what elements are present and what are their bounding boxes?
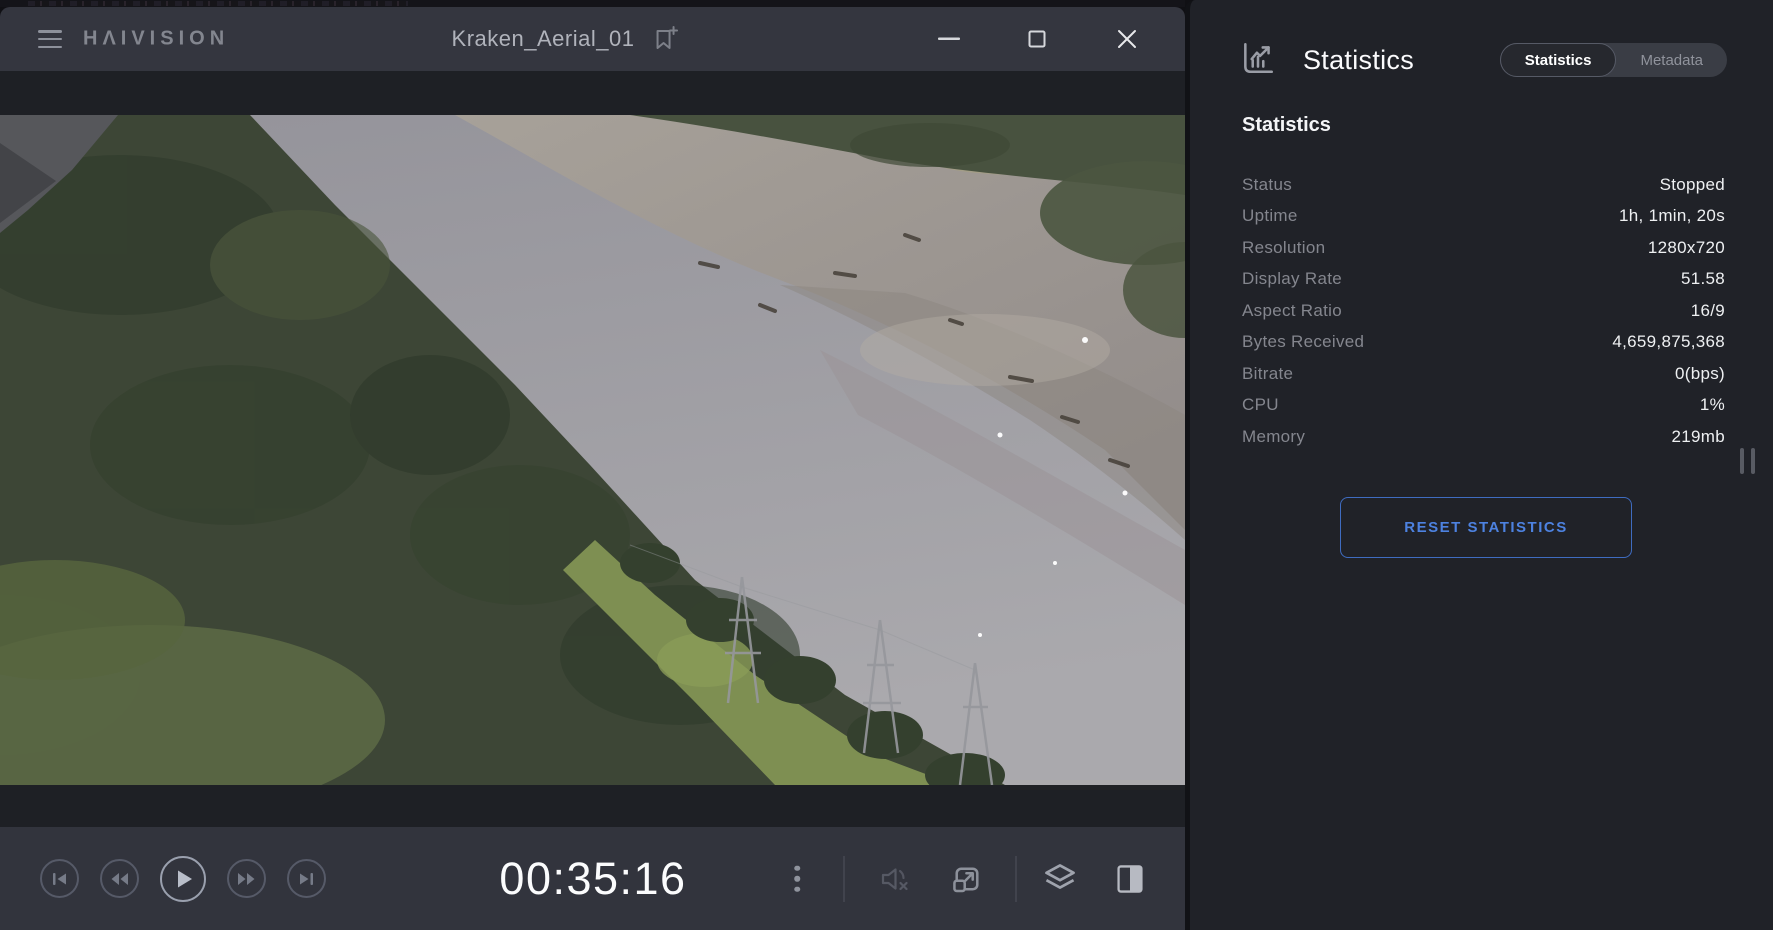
kebab-menu-icon[interactable] xyxy=(794,865,800,892)
panel-title: Statistics xyxy=(1303,45,1500,76)
skip-end-button[interactable] xyxy=(287,859,326,898)
minimize-button[interactable] xyxy=(927,17,971,61)
rewind-button[interactable] xyxy=(100,859,139,898)
stat-label: Display Rate xyxy=(1242,269,1342,289)
stat-row-display-rate: Display Rate 51.58 xyxy=(1242,264,1725,296)
stat-row-resolution: Resolution 1280x720 xyxy=(1242,232,1725,264)
stat-label: Bitrate xyxy=(1242,364,1293,384)
background-window-strip xyxy=(0,0,1185,7)
player-column: HΛIVISION Kraken_Aerial_01 xyxy=(0,0,1185,930)
stat-label: Memory xyxy=(1242,427,1305,447)
stat-row-aspect-ratio: Aspect Ratio 16/9 xyxy=(1242,295,1725,327)
expand-icon[interactable] xyxy=(951,863,983,895)
playback-controls-bar: 00:35:16 xyxy=(0,827,1185,930)
tab-statistics[interactable]: Statistics xyxy=(1500,43,1617,77)
stat-row-memory: Memory 219mb xyxy=(1242,421,1725,453)
stat-value: 4,659,875,368 xyxy=(1612,332,1725,352)
stat-row-status: Status Stopped xyxy=(1242,169,1725,201)
statistics-panel: Statistics Statistics Metadata Statistic… xyxy=(1185,0,1773,930)
stream-title: Kraken_Aerial_01 xyxy=(452,26,635,52)
video-stage xyxy=(0,71,1185,827)
section-title: Statistics xyxy=(1242,114,1331,137)
close-button[interactable] xyxy=(1105,17,1149,61)
stat-row-cpu: CPU 1% xyxy=(1242,390,1725,422)
haivision-player-window: HΛIVISION Kraken_Aerial_01 xyxy=(0,0,1773,930)
stat-value: 1% xyxy=(1700,395,1725,415)
panel-header: Statistics Statistics Metadata xyxy=(1239,38,1727,82)
stat-label: CPU xyxy=(1242,395,1279,415)
transport-controls xyxy=(40,856,326,902)
stat-label: Bytes Received xyxy=(1242,332,1364,352)
stat-value: 219mb xyxy=(1672,427,1725,447)
tab-metadata[interactable]: Metadata xyxy=(1616,43,1727,77)
video-frame[interactable] xyxy=(0,115,1185,785)
divider xyxy=(1015,856,1017,902)
panel-tabs: Statistics Metadata xyxy=(1500,43,1727,77)
statistics-list: Status Stopped Uptime 1h, 1min, 20s Reso… xyxy=(1242,169,1725,453)
volume-muted-icon[interactable] xyxy=(879,864,913,894)
haivision-logo: HΛIVISION xyxy=(83,28,229,51)
side-panel-toggle-icon[interactable] xyxy=(1115,863,1145,895)
timecode: 00:35:16 xyxy=(499,853,686,905)
stat-value: Stopped xyxy=(1660,175,1725,195)
play-button[interactable] xyxy=(160,856,206,902)
stat-label: Aspect Ratio xyxy=(1242,301,1342,321)
stat-row-bitrate: Bitrate 0(bps) xyxy=(1242,358,1725,390)
drag-grip-icon[interactable] xyxy=(1740,448,1755,474)
bookmark-add-icon[interactable] xyxy=(652,25,678,53)
fast-forward-button[interactable] xyxy=(227,859,266,898)
stat-value: 1280x720 xyxy=(1648,238,1725,258)
skip-start-button[interactable] xyxy=(40,859,79,898)
stat-label: Uptime xyxy=(1242,206,1298,226)
menu-icon[interactable] xyxy=(38,30,62,48)
maximize-button[interactable] xyxy=(1015,17,1059,61)
statistics-chart-icon xyxy=(1239,39,1277,82)
stat-value: 16/9 xyxy=(1691,301,1725,321)
stat-row-bytes-received: Bytes Received 4,659,875,368 xyxy=(1242,327,1725,359)
stat-label: Status xyxy=(1242,175,1292,195)
stat-row-uptime: Uptime 1h, 1min, 20s xyxy=(1242,201,1725,233)
stat-value: 1h, 1min, 20s xyxy=(1619,206,1725,226)
stat-label: Resolution xyxy=(1242,238,1325,258)
titlebar: HΛIVISION Kraken_Aerial_01 xyxy=(0,7,1185,71)
stat-value: 0(bps) xyxy=(1675,364,1725,384)
title-group: Kraken_Aerial_01 xyxy=(452,25,679,53)
layers-icon[interactable] xyxy=(1042,863,1078,895)
divider xyxy=(843,856,845,902)
reset-statistics-button[interactable]: RESET STATISTICS xyxy=(1340,497,1632,558)
background-window-text xyxy=(28,1,408,6)
stat-value: 51.58 xyxy=(1681,269,1725,289)
